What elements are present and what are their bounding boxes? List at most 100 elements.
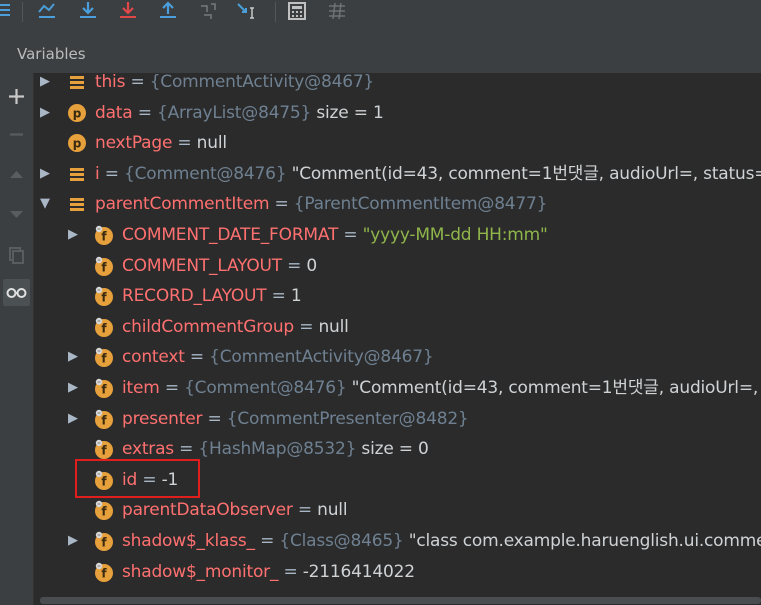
- variable-row[interactable]: ▶ this = {CommentActivity@8467}: [34, 67, 761, 97]
- expand-right-arrow-icon[interactable]: ▶: [38, 72, 52, 92]
- variable-value: size = 1: [311, 102, 384, 123]
- variable-name: context: [122, 347, 185, 368]
- svg-text:f: f: [101, 444, 107, 458]
- remove-watch-icon[interactable]: [3, 121, 30, 148]
- variable-name: COMMENT_LAYOUT: [122, 255, 282, 276]
- variable-row[interactable]: ▶ i = {Comment@8476} "Comment(id=43, comm…: [34, 159, 761, 189]
- variable-name: parentDataObserver: [122, 500, 293, 521]
- variable-row[interactable]: p nextPage = null: [34, 128, 761, 158]
- variable-text: childCommentGroup = null: [122, 316, 349, 338]
- variable-value: "Comment(id=43, comment=1번댓글, audioUrl=,…: [346, 378, 761, 398]
- expand-right-arrow-icon[interactable]: ▶: [38, 103, 52, 123]
- stack-icon: [67, 164, 87, 184]
- debug-toolbar: [0, 0, 761, 28]
- variable-name: RECORD_LAYOUT: [122, 286, 267, 307]
- variable-text: RECORD_LAYOUT = 1: [122, 285, 302, 307]
- equals-sign: =: [266, 286, 291, 307]
- variable-text: shadow$_klass_ = {Class@8465} "class com…: [122, 530, 761, 552]
- trace-icon[interactable]: [325, 0, 349, 24]
- horizontal-scrollbar[interactable]: [34, 595, 761, 605]
- variable-row[interactable]: ▶ f item = {Comment@8476} "Comment(id=43, …: [34, 373, 761, 403]
- new-watch-icon[interactable]: [3, 83, 30, 110]
- svg-text:f: f: [101, 321, 107, 335]
- equals-sign: =: [294, 316, 319, 337]
- toolbar-separator: [22, 2, 23, 22]
- variable-row[interactable]: f childCommentGroup = null: [34, 312, 761, 342]
- show-execution-point-icon[interactable]: [35, 0, 59, 24]
- variable-name: this: [95, 72, 126, 92]
- show-watches-icon[interactable]: [3, 279, 30, 306]
- variable-name: data: [95, 102, 133, 123]
- variable-text: parentCommentItem = {ParentCommentItem@8…: [95, 193, 547, 215]
- variable-name: extras: [122, 439, 174, 460]
- move-up-icon[interactable]: [3, 161, 30, 188]
- variable-row[interactable]: ▶ p data = {ArrayList@8475} size = 1: [34, 98, 761, 128]
- svg-text:f: f: [101, 505, 107, 519]
- expand-right-arrow-icon[interactable]: ▶: [38, 164, 52, 184]
- svg-text:p: p: [73, 106, 82, 120]
- move-down-icon[interactable]: [3, 201, 30, 228]
- expand-right-arrow-icon[interactable]: ▶: [66, 531, 80, 551]
- drop-frame-icon[interactable]: [196, 0, 220, 24]
- variable-text: COMMENT_DATE_FORMAT = "yyyy-MM-dd HH:mm": [122, 224, 548, 246]
- step-out-icon[interactable]: [156, 0, 180, 24]
- duplicate-watch-icon[interactable]: [3, 241, 30, 268]
- svg-text:f: f: [101, 260, 107, 274]
- expand-right-arrow-icon[interactable]: ▶: [66, 225, 80, 245]
- svg-text:f: f: [101, 383, 107, 397]
- variable-value: null: [317, 500, 348, 521]
- object-reference: {Class@8465}: [279, 531, 404, 551]
- variable-name: presenter: [122, 408, 203, 429]
- field-icon: f: [94, 378, 114, 398]
- field-icon: f: [94, 256, 114, 276]
- variable-text: this = {CommentActivity@8467}: [95, 71, 374, 93]
- step-into-icon[interactable]: [116, 0, 140, 24]
- variable-text: parentDataObserver = null: [122, 499, 348, 521]
- expand-right-arrow-icon[interactable]: ▶: [66, 378, 80, 398]
- variable-row[interactable]: f shadow$_monitor_ = -2116414022: [34, 557, 761, 587]
- object-reference: {HashMap@8532}: [198, 439, 357, 460]
- equals-sign: =: [184, 347, 210, 368]
- variable-text: extras = {HashMap@8532} size = 0: [122, 438, 429, 460]
- variable-value: "Comment(id=43, comment=1번댓글, audioUrl=,…: [286, 163, 761, 184]
- variable-row[interactable]: f parentDataObserver = null: [34, 495, 761, 525]
- expand-right-arrow-icon[interactable]: ▶: [66, 347, 80, 367]
- field-icon: f: [94, 562, 114, 582]
- variable-row[interactable]: ▶ f COMMENT_DATE_FORMAT = "yyyy-MM-dd HH:m…: [34, 220, 761, 250]
- variable-text: item = {Comment@8476} "Comment(id=43, co…: [122, 377, 761, 399]
- expand-down-arrow-icon[interactable]: ▼: [38, 194, 52, 214]
- variable-text: i = {Comment@8476} "Comment(id=43, comme…: [95, 163, 761, 185]
- variable-row[interactable]: ▶ f shadow$_klass_ = {Class@8465} "class c…: [34, 526, 761, 556]
- menu-icon[interactable]: [0, 0, 18, 24]
- variable-row[interactable]: ▶ f context = {CommentActivity@8467}: [34, 342, 761, 372]
- variable-value: -2116414022: [302, 561, 415, 582]
- equals-sign: =: [254, 531, 280, 551]
- variable-row[interactable]: f RECORD_LAYOUT = 1: [34, 281, 761, 311]
- svg-text:f: f: [101, 352, 107, 366]
- object-reference: {CommentPresenter@8482}: [226, 408, 469, 429]
- variable-row[interactable]: f COMMENT_LAYOUT = 0: [34, 251, 761, 281]
- highlight-box: [75, 459, 200, 498]
- equals-sign: =: [202, 408, 227, 429]
- variable-row[interactable]: ▶ f presenter = {CommentPresenter@8482}: [34, 404, 761, 434]
- evaluate-expression-icon[interactable]: [285, 0, 309, 24]
- variable-row[interactable]: ▼ parentCommentItem = {ParentCommentItem@…: [34, 189, 761, 219]
- expand-right-arrow-icon[interactable]: ▶: [66, 409, 80, 429]
- field-icon: f: [94, 317, 114, 337]
- variables-tree: ▶ this = {CommentActivity@8467} ▶ p data = {…: [34, 67, 761, 595]
- equals-sign: =: [292, 500, 318, 521]
- equals-sign: =: [132, 102, 157, 123]
- field-icon: f: [94, 286, 114, 307]
- field-icon: f: [94, 531, 114, 551]
- watches-gutter: [0, 73, 34, 605]
- field-icon: f: [94, 439, 114, 460]
- run-to-cursor-icon[interactable]: [234, 0, 258, 24]
- svg-text:f: f: [101, 566, 107, 580]
- svg-text:f: f: [101, 413, 107, 427]
- step-over-icon[interactable]: [76, 0, 100, 24]
- scrollbar-thumb[interactable]: [40, 597, 761, 604]
- variable-name: shadow$_monitor_: [122, 561, 279, 582]
- equals-sign: =: [99, 163, 124, 184]
- object-reference: {CommentActivity@8467}: [149, 72, 375, 92]
- object-reference: {Comment@8476}: [184, 378, 347, 398]
